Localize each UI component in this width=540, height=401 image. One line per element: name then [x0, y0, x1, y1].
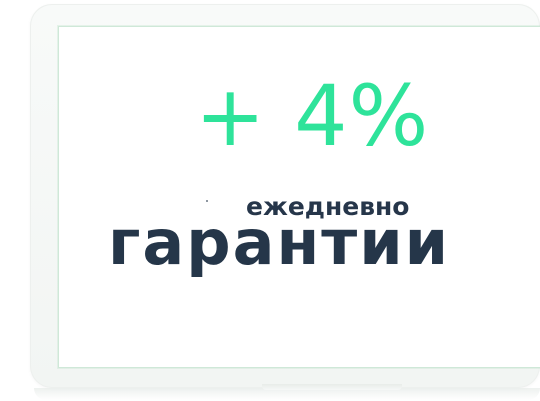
percent-headline: + 4% — [195, 67, 430, 165]
laptop-hinge — [262, 384, 402, 390]
guarantees-label: гарантии — [108, 206, 451, 279]
decorative-dot — [206, 200, 208, 202]
laptop-mockup: + 4% ежедневно гарантии — [0, 0, 540, 401]
